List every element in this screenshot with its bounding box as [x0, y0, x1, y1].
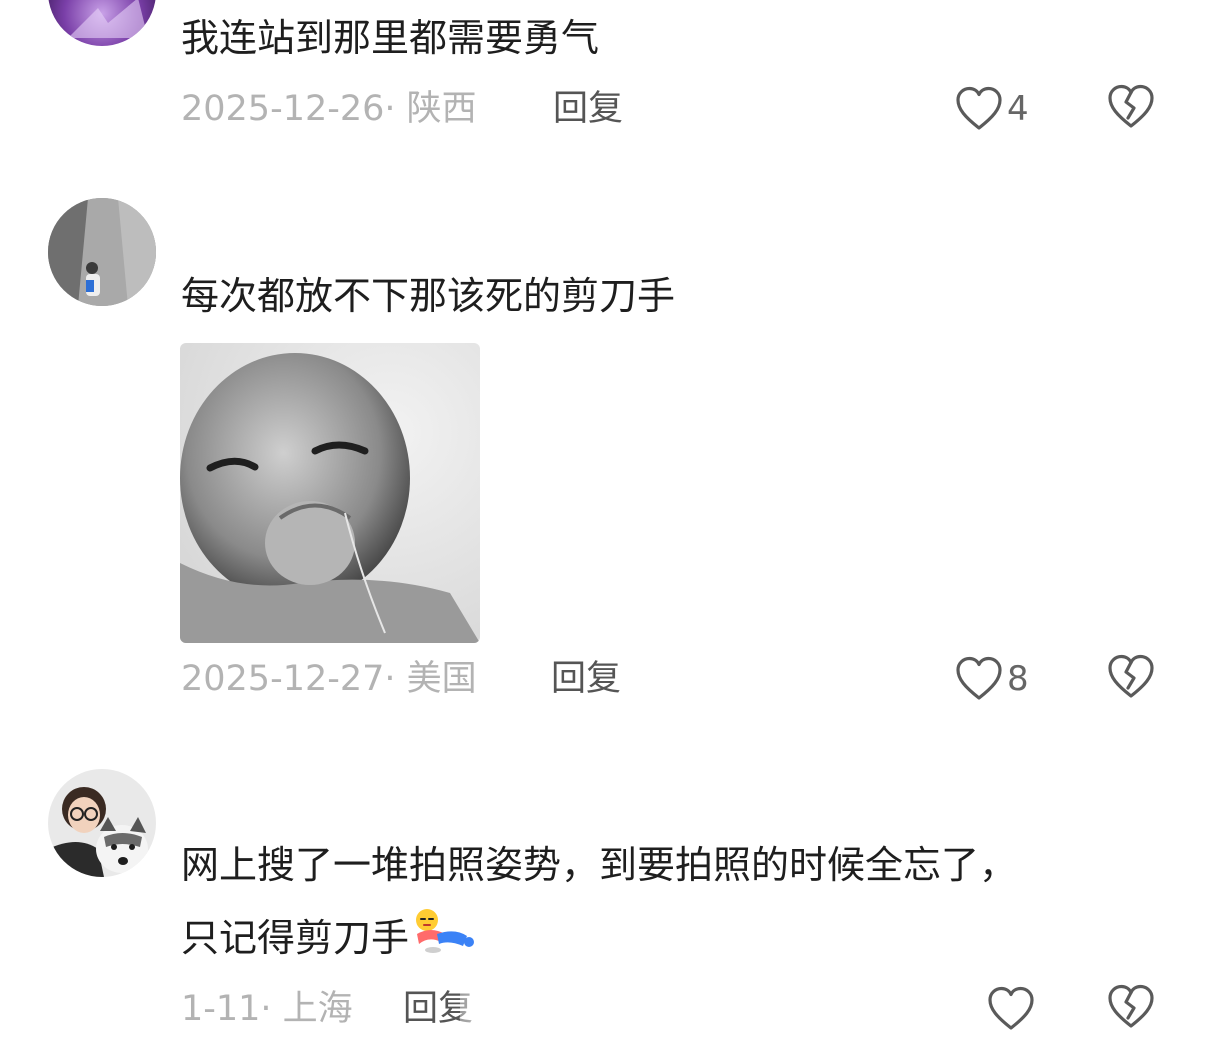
watermark-overlay	[460, 992, 740, 1038]
comment-text-line-1: 网上搜了一堆拍照姿势，到要拍照的时候全忘了，	[181, 843, 1018, 887]
dislike-button[interactable]	[1107, 84, 1155, 134]
broken-heart-icon	[1108, 654, 1154, 698]
heart-outline-icon	[956, 656, 1002, 700]
comment-text: 每次都放不下那该死的剪刀手	[181, 274, 676, 318]
comment-date-location: 1-11· 上海	[181, 989, 353, 1029]
like-button[interactable]	[987, 984, 1035, 1034]
dislike-button[interactable]	[1107, 984, 1155, 1034]
broken-heart-icon	[1108, 84, 1154, 128]
comment-text-line-2: 只记得剪刀手	[181, 906, 477, 975]
avatar[interactable]	[48, 198, 156, 306]
comment-date-location: 2025-12-27· 美国	[181, 659, 477, 699]
reply-button[interactable]: 回复	[553, 84, 623, 134]
lying-down-emoji	[411, 906, 477, 975]
avatar[interactable]	[48, 769, 156, 877]
like-button[interactable]: 4	[955, 84, 1029, 134]
comment-text-line-2-text: 只记得剪刀手	[181, 916, 410, 960]
like-button[interactable]: 8	[955, 654, 1029, 704]
heart-outline-icon	[988, 986, 1034, 1030]
heart-outline-icon	[956, 86, 1002, 130]
comment-text: 我连站到那里都需要勇气	[181, 16, 600, 60]
like-count: 8	[1007, 659, 1029, 699]
broken-heart-icon	[1108, 984, 1154, 1028]
dislike-button[interactable]	[1107, 654, 1155, 704]
avatar[interactable]	[48, 0, 156, 46]
comment-meta: 2025-12-26· 陕西 回复 4	[181, 84, 1181, 134]
comment-meta: 2025-12-27· 美国 回复 8	[181, 654, 1181, 704]
comment-date-location: 2025-12-26· 陕西	[181, 89, 477, 129]
like-count: 4	[1007, 89, 1029, 129]
laughing-baby-photo[interactable]	[180, 343, 480, 643]
reply-button[interactable]: 回复	[551, 654, 621, 704]
